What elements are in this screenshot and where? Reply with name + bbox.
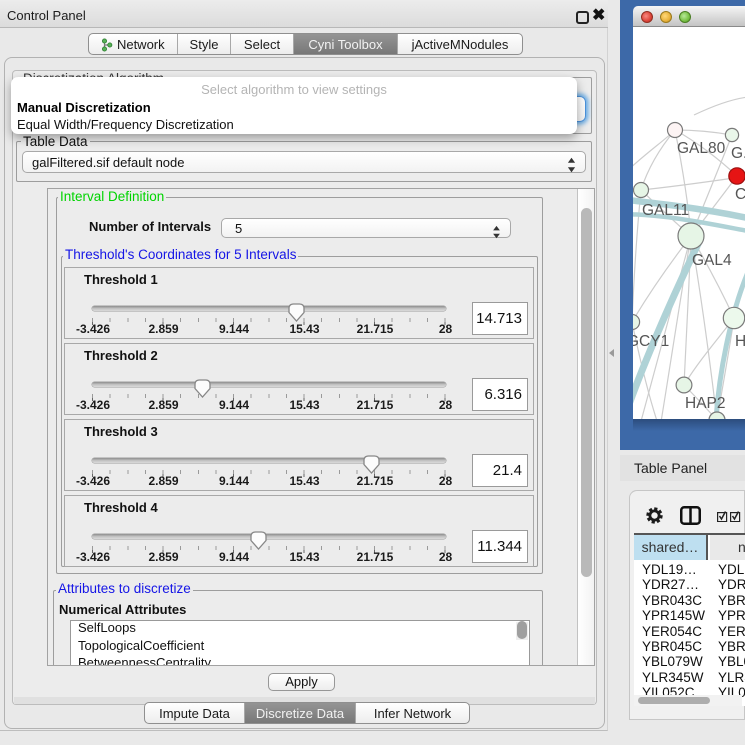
svg-text:GAL80: GAL80 xyxy=(677,140,726,157)
svg-text:GCY1: GCY1 xyxy=(633,333,669,350)
svg-text:G.: G. xyxy=(731,145,745,162)
svg-text:HAP2: HAP2 xyxy=(685,395,726,412)
svg-text:H: H xyxy=(735,333,745,350)
svg-text:GAL11: GAL11 xyxy=(642,202,689,219)
svg-text:GAL4: GAL4 xyxy=(692,252,732,269)
svg-text:C: C xyxy=(735,186,745,203)
